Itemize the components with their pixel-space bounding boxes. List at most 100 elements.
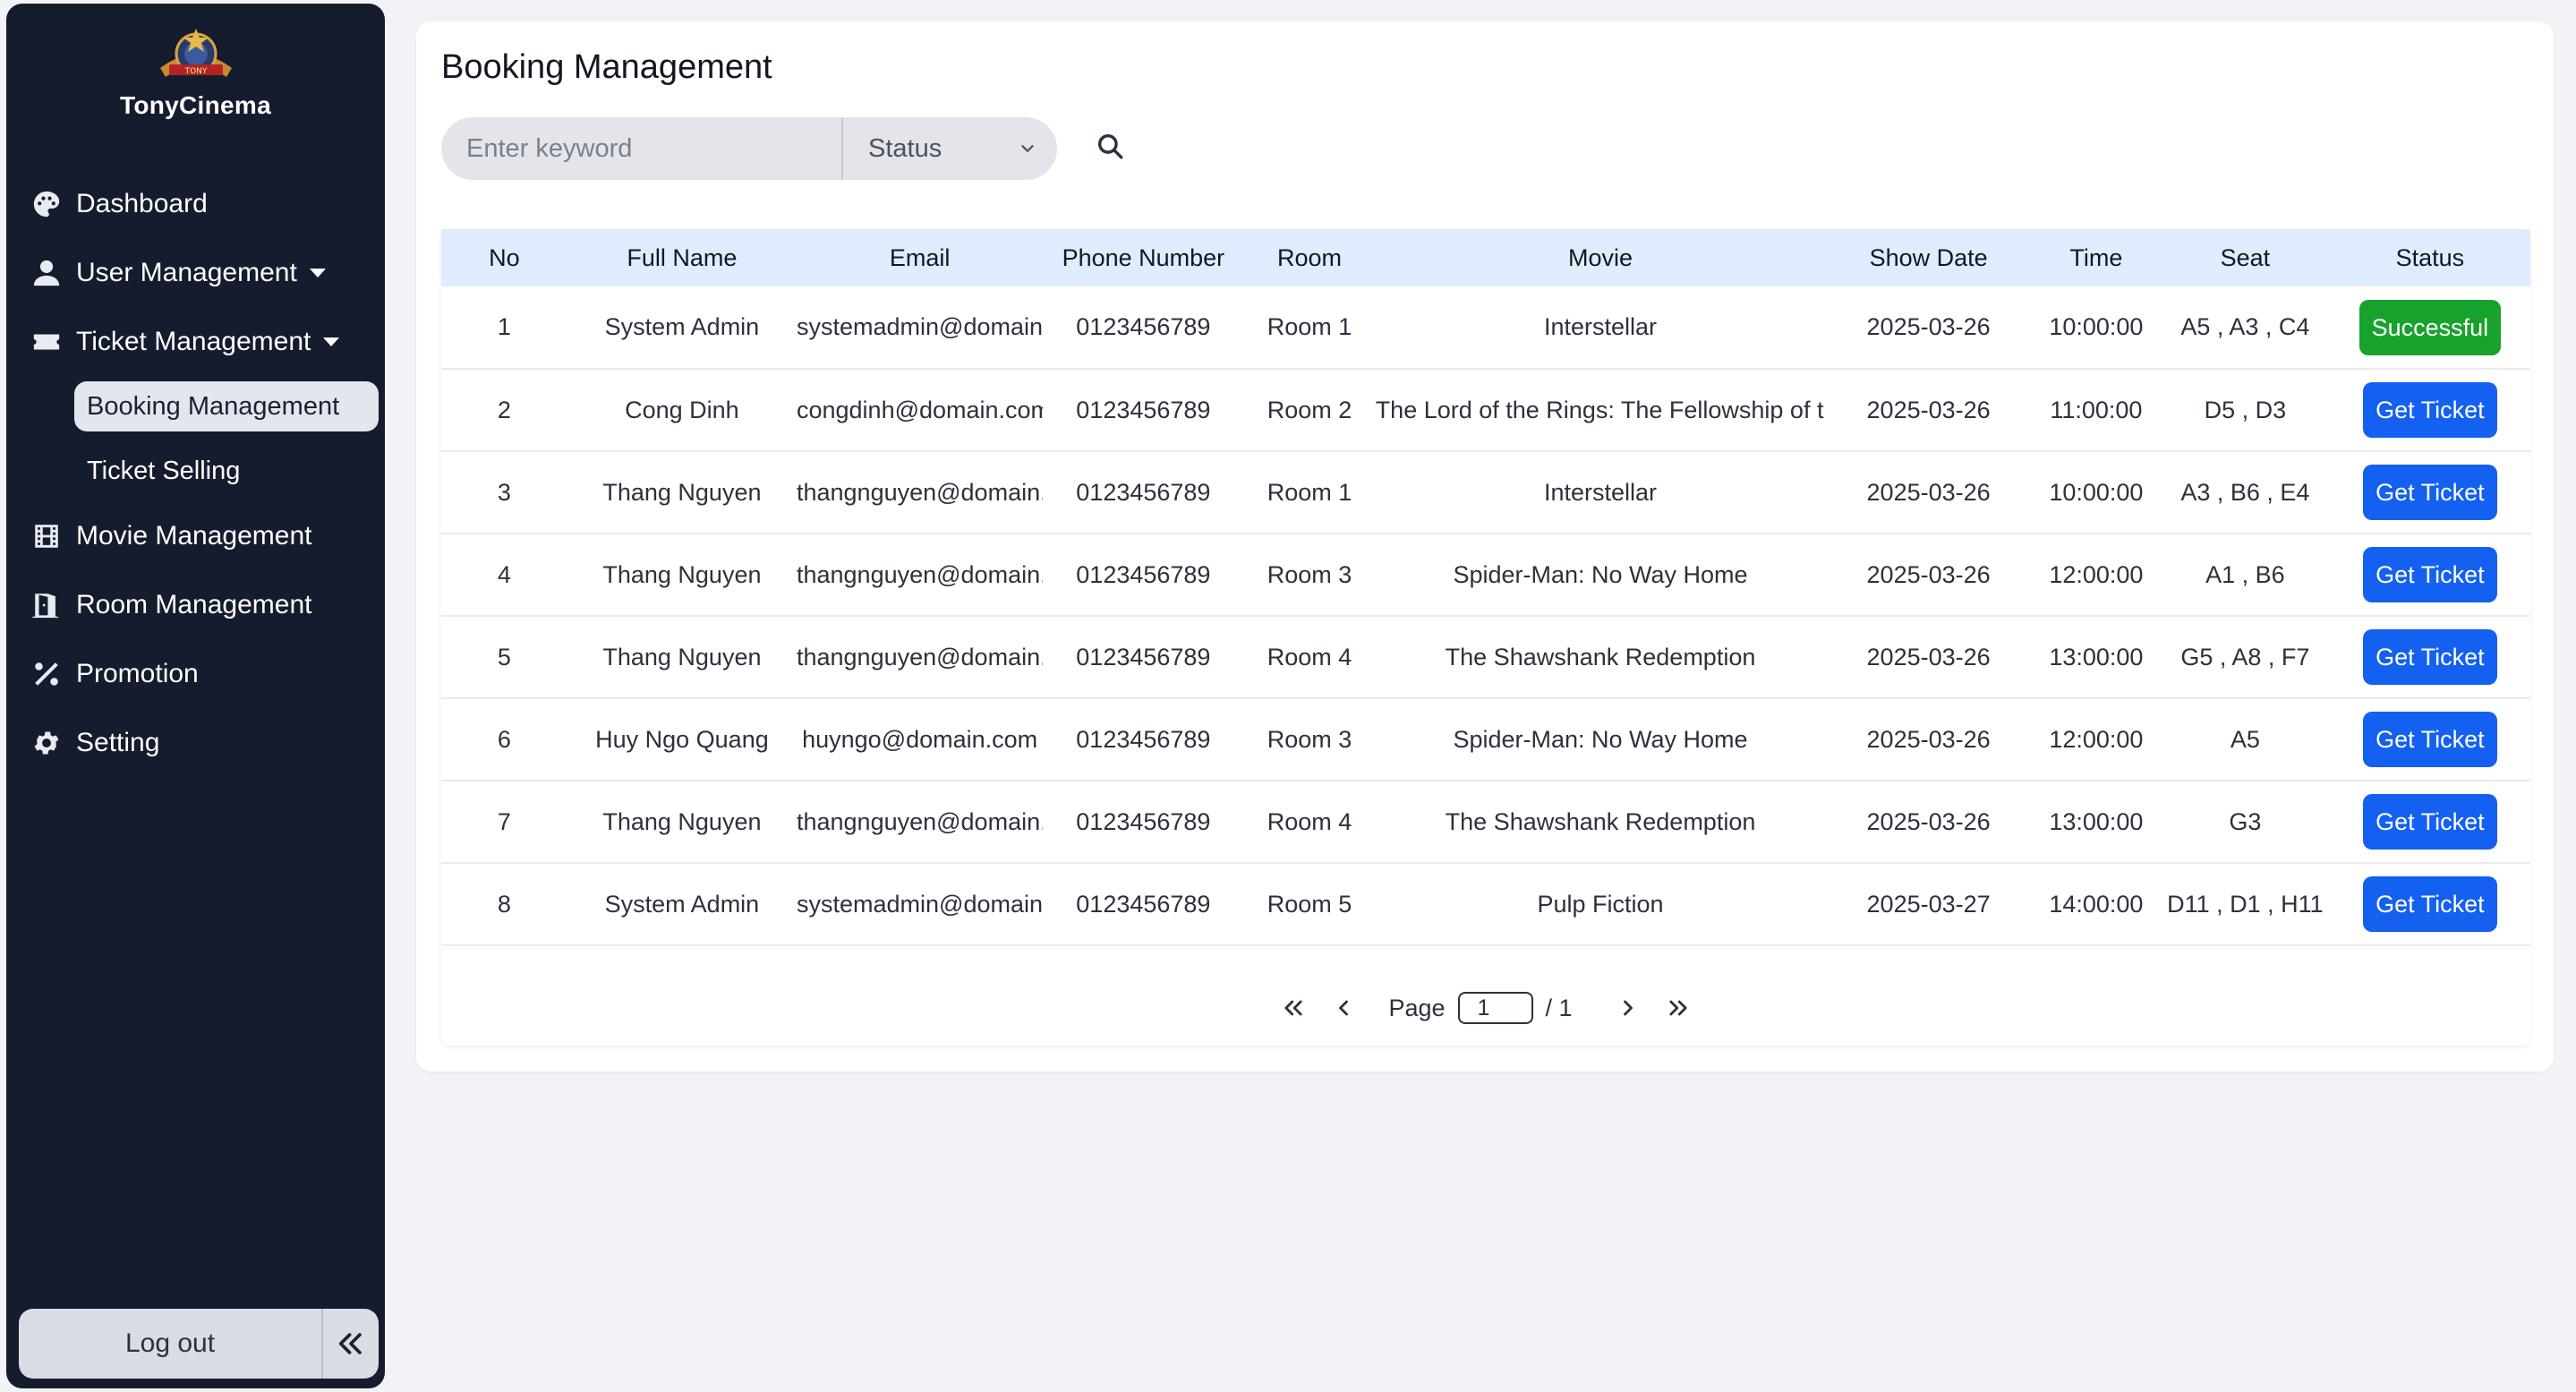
- sidebar-item-movie-management[interactable]: Movie Management: [30, 510, 311, 562]
- cell-show-date: 2025-03-26: [1866, 313, 1991, 340]
- keyword-search-input[interactable]: [441, 117, 841, 180]
- cell-phone-number: 0123456789: [1076, 313, 1211, 340]
- page-label: Page: [1388, 994, 1446, 1021]
- cell-status: Get Ticket: [2330, 698, 2530, 781]
- get-ticket-button[interactable]: Get Ticket: [2362, 547, 2497, 602]
- column-header-seat[interactable]: Seat: [2161, 229, 2330, 286]
- table-row[interactable]: 3 Thang Nguyen thangnguyen@domain.com 01234…: [441, 451, 2530, 534]
- cell-movie: The Shawshank Redemption: [1445, 643, 1756, 670]
- cell-time: 11:00:00: [2050, 396, 2143, 423]
- cell-seat: A1 , B6: [2205, 560, 2285, 588]
- booking-table-body: 1 System Admin systemadmin@domain.com 01234…: [441, 286, 2530, 945]
- sidebar-item-label: Room Management: [76, 590, 312, 619]
- cell-email: systemadmin@domain.com: [796, 313, 1043, 340]
- cell-room: Room 4: [1267, 643, 1352, 670]
- last-page-button[interactable]: [1662, 992, 1694, 1024]
- caret-down-icon: [309, 269, 326, 278]
- sidebar-subitem-label: Booking Management: [87, 391, 340, 421]
- sidebar-subitem-label: Ticket Selling: [87, 456, 241, 485]
- cell-seat: G3: [2229, 807, 2262, 835]
- sidebar-item-dashboard[interactable]: Dashboard: [30, 178, 208, 230]
- search-button[interactable]: [1095, 131, 1130, 167]
- cell-full-name: Cong Dinh: [625, 396, 739, 423]
- cell-movie: Spider-Man: No Way Home: [1453, 725, 1748, 753]
- status-successful-badge[interactable]: Successful: [2358, 299, 2502, 355]
- cell-room: Room 4: [1267, 807, 1352, 835]
- brand[interactable]: TONY TonyCinema: [6, 23, 385, 120]
- sidebar-item-label: Dashboard: [76, 189, 208, 218]
- cell-full-name: Thang Nguyen: [602, 478, 762, 506]
- column-header-show-date[interactable]: Show Date: [1825, 229, 2032, 286]
- cell-email: huyngo@domain.com: [802, 725, 1038, 753]
- cell-no: 5: [497, 643, 511, 670]
- sidebar-item-setting[interactable]: Setting: [30, 717, 159, 769]
- cell-full-name: System Admin: [604, 313, 760, 340]
- column-header-email[interactable]: Email: [797, 229, 1043, 286]
- cell-show-date: 2025-03-26: [1866, 396, 1991, 423]
- filter-bar: Status: [441, 117, 1057, 180]
- get-ticket-button[interactable]: Get Ticket: [2362, 465, 2497, 520]
- table-row[interactable]: 4 Thang Nguyen thangnguyen@domain.com 01234…: [441, 534, 2530, 616]
- page-total: / 1: [1545, 994, 1573, 1021]
- cell-full-name: System Admin: [604, 890, 760, 918]
- cell-full-name: Thang Nguyen: [602, 807, 762, 835]
- double-chevron-left-icon: [1284, 1000, 1303, 1016]
- cell-movie: The Shawshank Redemption: [1445, 807, 1756, 835]
- sidebar-subitem-booking-management[interactable]: Booking Management: [74, 381, 379, 431]
- column-header-full-name[interactable]: Full Name: [567, 229, 797, 286]
- sidebar-item-user-management[interactable]: User Management: [30, 247, 326, 299]
- cell-room: Room 3: [1267, 560, 1352, 588]
- chevron-right-icon: [1623, 1000, 1633, 1016]
- collapse-sidebar-button[interactable]: [321, 1309, 379, 1379]
- first-page-button[interactable]: [1277, 992, 1309, 1024]
- sidebar-subitem-ticket-selling[interactable]: Ticket Selling: [74, 446, 252, 496]
- get-ticket-button[interactable]: Get Ticket: [2362, 382, 2497, 438]
- cell-email: congdinh@domain.com: [796, 396, 1044, 423]
- column-header-time[interactable]: Time: [2032, 229, 2161, 286]
- table-row[interactable]: 2 Cong Dinh congdinh@domain.com 0123456789 R…: [441, 369, 2530, 451]
- table-row[interactable]: 6 Huy Ngo Quang huyngo@domain.com 012345678…: [441, 698, 2530, 781]
- cell-phone-number: 0123456789: [1076, 890, 1211, 918]
- column-header-phone-number[interactable]: Phone Number: [1043, 229, 1243, 286]
- cell-seat: D5 , D3: [2204, 396, 2287, 423]
- table-row[interactable]: 1 System Admin systemadmin@domain.com 01234…: [441, 286, 2530, 369]
- cell-seat: D11 , D1 , H11: [2167, 890, 2324, 918]
- table-row[interactable]: 5 Thang Nguyen thangnguyen@domain.com 01234…: [441, 616, 2530, 698]
- cell-full-name: Thang Nguyen: [602, 560, 762, 588]
- logout-bar: Log out: [19, 1309, 379, 1379]
- cell-movie: Pulp Fiction: [1537, 890, 1664, 918]
- get-ticket-button[interactable]: Get Ticket: [2362, 876, 2497, 932]
- next-page-button[interactable]: [1612, 992, 1644, 1024]
- sidebar-item-room-management[interactable]: Room Management: [30, 579, 311, 631]
- table-row[interactable]: 8 System Admin systemadmin@domain.com 01234…: [441, 863, 2530, 945]
- cell-phone-number: 0123456789: [1076, 807, 1211, 835]
- cell-no: 4: [497, 560, 511, 588]
- cell-phone-number: 0123456789: [1076, 725, 1211, 753]
- search-icon: [1097, 133, 1123, 159]
- cell-email: thangnguyen@domain.com: [796, 478, 1043, 506]
- sidebar-item-label: User Management: [76, 258, 297, 287]
- page-number-input[interactable]: [1457, 992, 1533, 1024]
- column-header-movie[interactable]: Movie: [1376, 229, 1826, 286]
- cell-no: 3: [497, 478, 511, 506]
- get-ticket-button[interactable]: Get Ticket: [2362, 794, 2497, 850]
- table-row[interactable]: 7 Thang Nguyen thangnguyen@domain.com 01234…: [441, 781, 2530, 863]
- chevron-down-icon: [1021, 145, 1034, 152]
- column-header-status[interactable]: Status: [2330, 229, 2530, 286]
- get-ticket-button[interactable]: Get Ticket: [2362, 629, 2497, 685]
- chevron-left-icon: [1339, 1000, 1349, 1016]
- brand-name: TonyCinema: [120, 91, 271, 119]
- previous-page-button[interactable]: [1327, 992, 1360, 1024]
- logout-button[interactable]: Log out: [19, 1309, 321, 1379]
- sidebar-item-ticket-management[interactable]: Ticket Management: [30, 316, 340, 368]
- booking-table-container: No Full Name Email Phone Number Room Mov…: [441, 229, 2530, 1046]
- cell-status: Get Ticket: [2330, 451, 2530, 534]
- get-ticket-button[interactable]: Get Ticket: [2362, 712, 2497, 767]
- column-header-no[interactable]: No: [441, 229, 567, 286]
- cell-status: Get Ticket: [2330, 616, 2530, 698]
- cell-status: Get Ticket: [2330, 534, 2530, 616]
- sidebar-item-promotion[interactable]: Promotion: [30, 648, 199, 700]
- cell-show-date: 2025-03-26: [1866, 478, 1991, 506]
- column-header-room[interactable]: Room: [1243, 229, 1375, 286]
- status-filter-select[interactable]: Status: [841, 117, 1057, 180]
